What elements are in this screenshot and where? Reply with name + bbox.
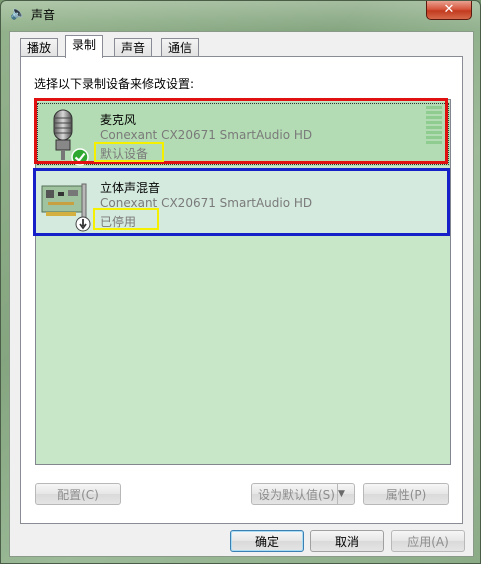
chevron-down-icon[interactable]: ▼ [337,484,354,504]
recording-device-list[interactable]: 麦克风 Conexant CX20671 SmartAudio HD 默认设备 [33,98,451,465]
list-item-stereo-mix[interactable]: 立体声混音 Conexant CX20671 SmartAudio HD 已停用 [33,168,450,236]
configure-button[interactable]: 配置(C) [35,483,121,505]
set-default-button[interactable]: 设为默认值(S) ▼ [251,483,355,505]
annotation-yellow-box [94,142,164,162]
apply-button[interactable]: 应用(A) [391,530,465,552]
properties-button[interactable]: 属性(P) [363,483,449,505]
speaker-icon: 🔈 [10,6,27,21]
title-bar[interactable]: 🔈 声音 ✕ [1,1,480,27]
window-title: 声音 [31,8,56,22]
recording-tab-panel: 选择以下录制设备来修改设置: 麦克风 Conexant CX20671 Smar… [20,56,463,524]
sound-dialog: 🔈 声音 ✕ 播放 录制 声音 通信 选择以下录制设备来修改设置: 麦克风 Co… [0,0,481,564]
instruction-text: 选择以下录制设备来修改设置: [34,77,195,91]
ok-button[interactable]: 确定 [230,530,304,552]
tab-communications[interactable]: 通信 [161,38,200,57]
annotation-yellow-box [93,208,159,230]
dialog-client-area: 播放 录制 声音 通信 选择以下录制设备来修改设置: 麦克风 Conexant … [9,31,474,557]
tab-recording[interactable]: 录制 [65,35,104,58]
cancel-button[interactable]: 取消 [310,530,384,552]
list-item-microphone[interactable]: 麦克风 Conexant CX20671 SmartAudio HD 默认设备 [34,98,450,166]
tab-sounds[interactable]: 声音 [114,38,153,57]
tab-playback[interactable]: 播放 [20,38,59,57]
close-button[interactable]: ✕ [426,1,472,20]
close-icon: ✕ [443,2,455,17]
